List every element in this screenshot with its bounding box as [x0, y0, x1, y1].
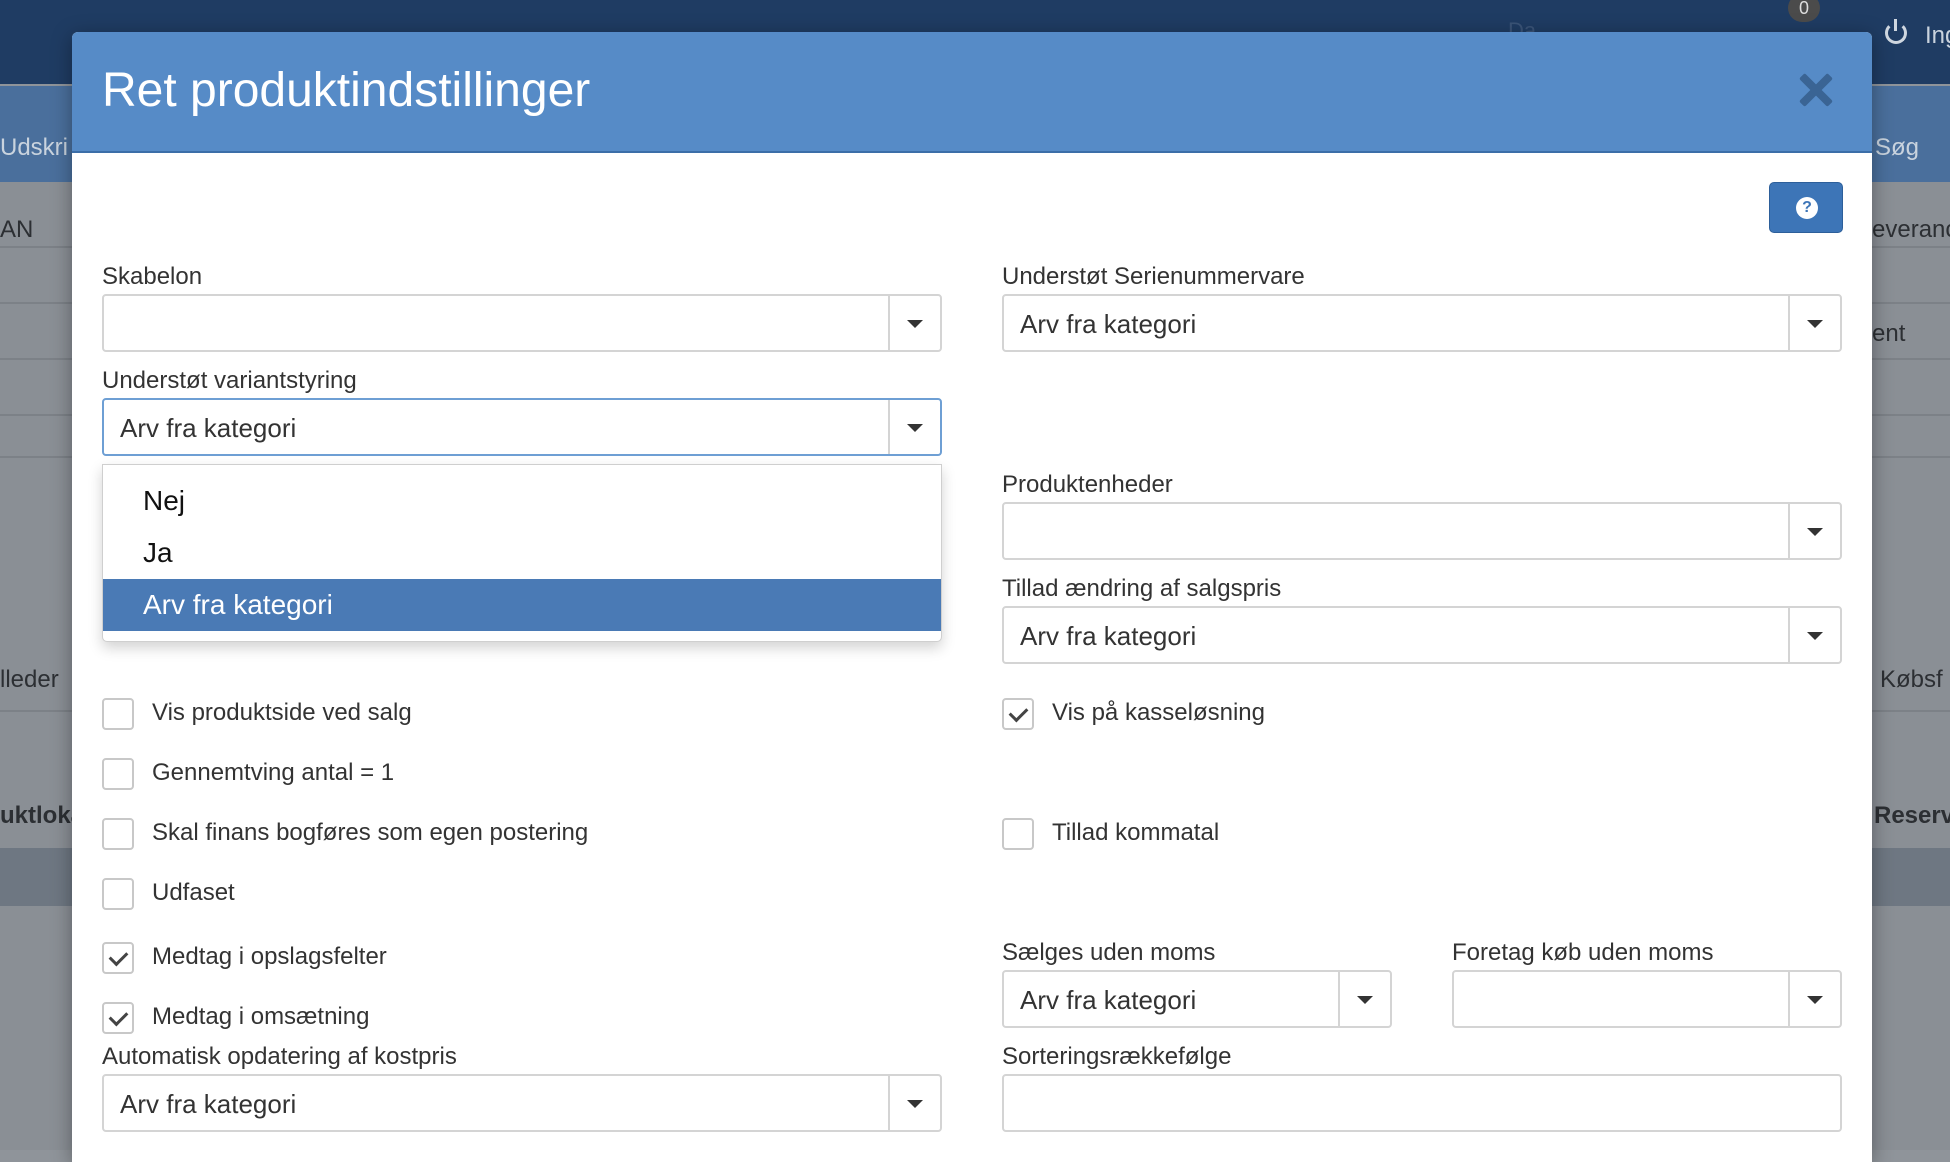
bg-heading: Reserv — [1874, 802, 1950, 829]
template-label: Skabelon — [102, 263, 203, 290]
modal-header: Ret produktindstillinger — [72, 32, 1872, 153]
variant-value: Arv fra kategori — [120, 413, 297, 443]
serial-number-label: Understøt Serienummervare — [1002, 263, 1305, 290]
sort-order-input[interactable] — [1002, 1074, 1842, 1132]
dropdown-toggle[interactable] — [888, 1076, 940, 1130]
nav-search[interactable]: Søg — [1875, 134, 1919, 162]
power-icon[interactable] — [1885, 19, 1907, 44]
option-ja[interactable]: Ja — [103, 527, 941, 579]
bg-section-label: Købsf — [1880, 666, 1943, 693]
caret-down-icon — [1807, 528, 1823, 536]
force-quantity-checkbox[interactable] — [102, 758, 134, 790]
include-revenue-label[interactable]: Medtag i omsætning — [152, 1002, 369, 1032]
notification-badge: 0 — [1788, 0, 1820, 22]
include-revenue-checkbox[interactable] — [102, 1002, 134, 1034]
allow-decimals-checkbox[interactable] — [1002, 818, 1034, 850]
modal-title: Ret produktindstillinger — [102, 64, 591, 117]
separate-posting-checkbox[interactable] — [102, 818, 134, 850]
bg-section-label: lleder — [0, 666, 59, 693]
show-pos-label[interactable]: Vis på kasseløsning — [1052, 698, 1265, 728]
user-menu[interactable]: Ing — [1925, 22, 1950, 50]
help-button[interactable]: ? — [1769, 182, 1843, 233]
serial-number-select[interactable]: Arv fra kategori — [1002, 294, 1842, 352]
caret-down-icon — [1807, 632, 1823, 640]
dropdown-toggle[interactable] — [1788, 504, 1840, 558]
dropdown-toggle[interactable] — [1788, 296, 1840, 350]
include-lookup-label[interactable]: Medtag i opslagsfelter — [152, 942, 387, 972]
force-quantity-label[interactable]: Gennemtving antal = 1 — [152, 758, 394, 788]
option-nej[interactable]: Nej — [103, 475, 941, 527]
dropdown-toggle[interactable] — [1788, 972, 1840, 1026]
cost-update-value: Arv fra kategori — [120, 1089, 297, 1119]
sold-without-vat-label: Sælges uden moms — [1002, 939, 1216, 966]
product-units-label: Produktenheder — [1002, 471, 1173, 498]
bg-row-label: ent — [1872, 320, 1906, 347]
bg-column-label: everanc — [1872, 216, 1950, 243]
separate-posting-label[interactable]: Skal finans bogføres som egen postering — [152, 818, 588, 848]
discontinued-label[interactable]: Udfaset — [152, 878, 235, 908]
bg-column-label: AN — [0, 216, 34, 243]
dropdown-toggle[interactable] — [1338, 972, 1390, 1026]
variant-select[interactable]: Arv fra kategori — [102, 398, 942, 456]
dropdown-toggle[interactable] — [888, 400, 940, 454]
show-product-page-checkbox[interactable] — [102, 698, 134, 730]
variant-label: Understøt variantstyring — [102, 367, 357, 394]
include-lookup-checkbox[interactable] — [102, 942, 134, 974]
question-icon: ? — [1796, 197, 1818, 219]
sold-without-vat-select[interactable]: Arv fra kategori — [1002, 970, 1392, 1028]
purchase-without-vat-select[interactable] — [1452, 970, 1842, 1028]
sold-without-vat-value: Arv fra kategori — [1020, 985, 1197, 1015]
dropdown-toggle[interactable] — [888, 296, 940, 350]
show-product-page-label[interactable]: Vis produktside ved salg — [152, 698, 412, 728]
product-units-select[interactable] — [1002, 502, 1842, 560]
caret-down-icon — [1807, 996, 1823, 1004]
price-change-label: Tillad ændring af salgspris — [1002, 575, 1282, 602]
discontinued-checkbox[interactable] — [102, 878, 134, 910]
caret-down-icon — [1357, 996, 1373, 1004]
template-select[interactable] — [102, 294, 942, 352]
sort-order-label: Sorteringsrækkefølge — [1002, 1043, 1232, 1070]
dropdown-toggle[interactable] — [1788, 608, 1840, 662]
price-change-value: Arv fra kategori — [1020, 621, 1197, 651]
caret-down-icon — [1807, 320, 1823, 328]
option-arv-fra-kategori[interactable]: Arv fra kategori — [103, 579, 941, 631]
close-icon[interactable] — [1794, 68, 1838, 112]
nav-print[interactable]: Udskri — [0, 134, 68, 162]
allow-decimals-label[interactable]: Tillad kommatal — [1052, 818, 1219, 848]
caret-down-icon — [907, 1100, 923, 1108]
product-settings-modal: Ret produktindstillinger ? Skabelon Unde… — [72, 32, 1872, 1162]
purchase-without-vat-label: Foretag køb uden moms — [1452, 939, 1714, 966]
caret-down-icon — [907, 424, 923, 432]
price-change-select[interactable]: Arv fra kategori — [1002, 606, 1842, 664]
caret-down-icon — [907, 320, 923, 328]
serial-number-value: Arv fra kategori — [1020, 309, 1197, 339]
cost-update-select[interactable]: Arv fra kategori — [102, 1074, 942, 1132]
cost-update-label: Automatisk opdatering af kostpris — [102, 1043, 457, 1070]
show-pos-checkbox[interactable] — [1002, 698, 1034, 730]
variant-dropdown-menu: Nej Ja Arv fra kategori — [102, 464, 942, 642]
